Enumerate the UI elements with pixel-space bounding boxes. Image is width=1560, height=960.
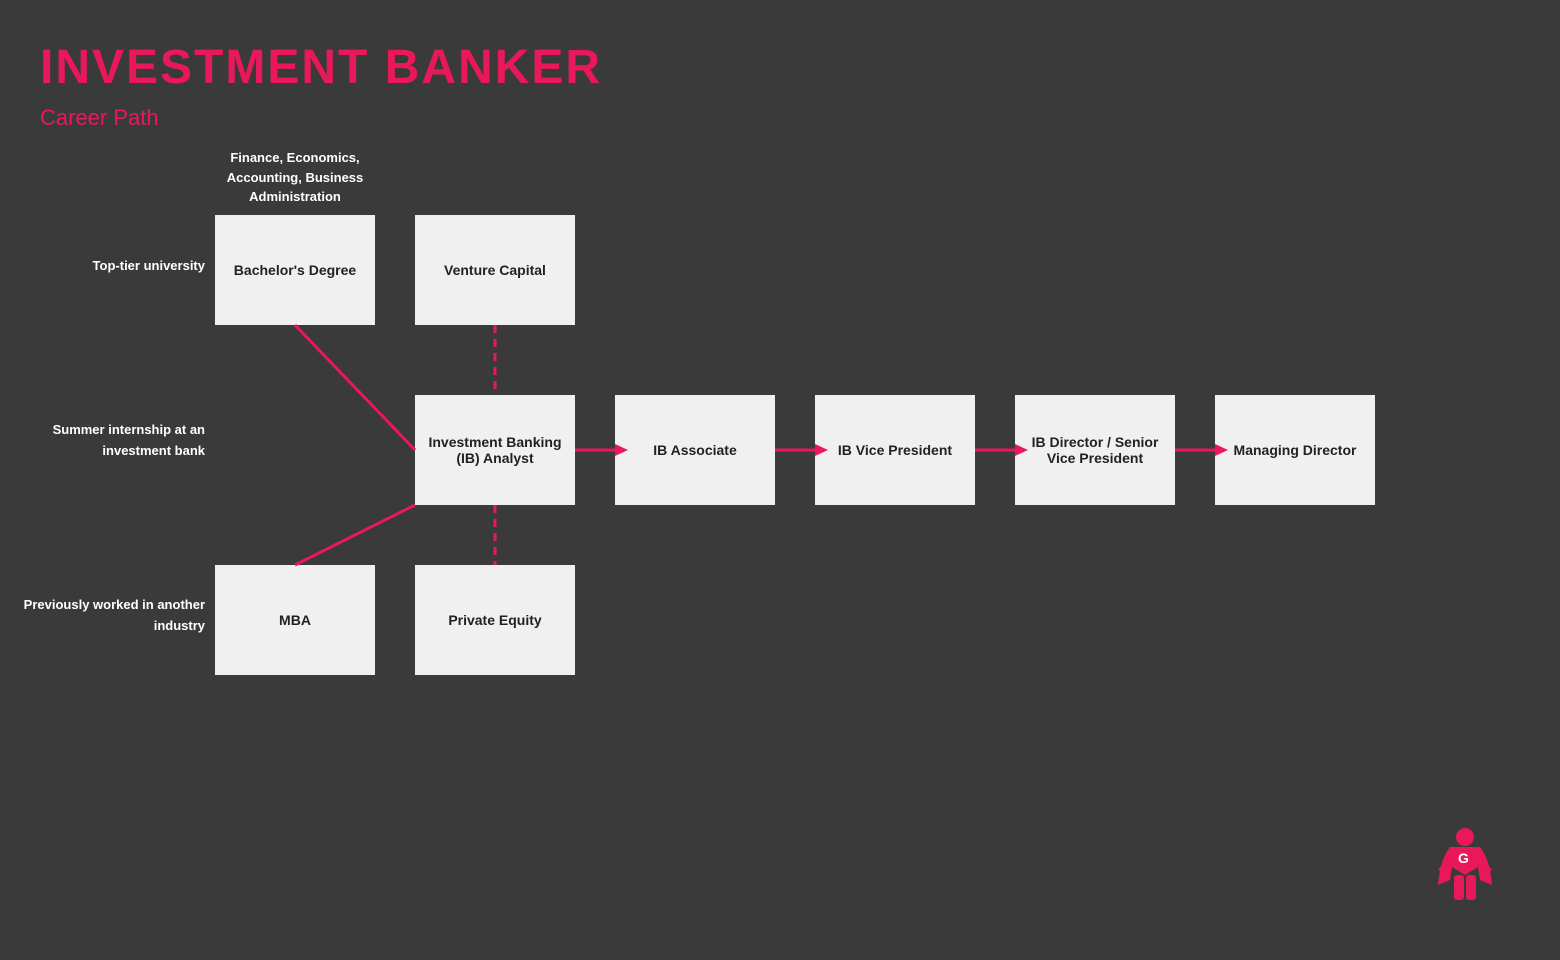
bachelors-degree-box: Bachelor's Degree <box>215 215 375 325</box>
ib-director-box: IB Director / Senior Vice President <box>1015 395 1175 505</box>
degree-subject-label: Finance, Economics, Accounting, Business… <box>215 148 375 207</box>
venture-capital-box: Venture Capital <box>415 215 575 325</box>
ib-associate-box: IB Associate <box>615 395 775 505</box>
summer-internship-label: Summer internship at an investment bank <box>0 420 205 462</box>
svg-text:G: G <box>1458 850 1469 866</box>
page-subtitle: Career Path <box>40 105 159 131</box>
page-title: INVESTMENT BANKER <box>40 40 602 95</box>
top-tier-label: Top-tier university <box>0 258 205 273</box>
ib-analyst-box: Investment Banking (IB) Analyst <box>415 395 575 505</box>
logo: G <box>1430 825 1500 910</box>
mba-box: MBA <box>215 565 375 675</box>
managing-director-box: Managing Director <box>1215 395 1375 505</box>
previously-worked-label: Previously worked in another industry <box>0 595 205 637</box>
ib-vp-box: IB Vice President <box>815 395 975 505</box>
private-equity-box: Private Equity <box>415 565 575 675</box>
